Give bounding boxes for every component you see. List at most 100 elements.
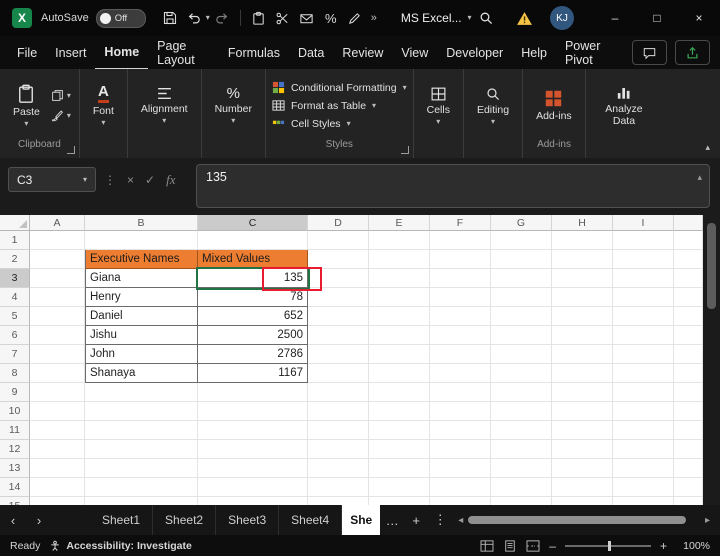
cell-E15[interactable] <box>369 497 430 505</box>
cell-F5[interactable] <box>430 307 491 326</box>
editing-button[interactable]: Editing ▾ <box>470 84 516 128</box>
cell-I2[interactable] <box>613 250 674 269</box>
cell-E6[interactable] <box>369 326 430 345</box>
cell-E10[interactable] <box>369 402 430 421</box>
sheet-tab-sheet2[interactable]: Sheet2 <box>153 505 217 535</box>
cell-G11[interactable] <box>491 421 552 440</box>
cell-B10[interactable] <box>85 402 198 421</box>
row-header-14[interactable]: 14 <box>0 478 30 497</box>
horizontal-scrollbar-thumb[interactable] <box>468 516 687 524</box>
cell-F12[interactable] <box>430 440 491 459</box>
menu-tab-data[interactable]: Data <box>289 36 333 69</box>
cell-F7[interactable] <box>430 345 491 364</box>
cell-A1[interactable] <box>30 231 85 250</box>
col-header-H[interactable]: H <box>552 215 613 231</box>
cell-G6[interactable] <box>491 326 552 345</box>
cell-F3[interactable] <box>430 269 491 288</box>
cell-D12[interactable] <box>308 440 369 459</box>
undo-icon[interactable] <box>182 6 206 30</box>
cell-F13[interactable] <box>430 459 491 478</box>
qat-scissors-icon[interactable] <box>271 6 295 30</box>
cell-G5[interactable] <box>491 307 552 326</box>
cell-F10[interactable] <box>430 402 491 421</box>
cell-G15[interactable] <box>491 497 552 505</box>
cell-B5[interactable]: Daniel <box>85 307 198 326</box>
cell-I8[interactable] <box>613 364 674 383</box>
cell-A3[interactable] <box>30 269 85 288</box>
vertical-scrollbar-thumb[interactable] <box>707 223 716 309</box>
cell-E1[interactable] <box>369 231 430 250</box>
cell-A7[interactable] <box>30 345 85 364</box>
cell-styles-button[interactable]: Cell Styles ▾ <box>272 117 407 130</box>
cell-G9[interactable] <box>491 383 552 402</box>
cell-A10[interactable] <box>30 402 85 421</box>
menu-tab-developer[interactable]: Developer <box>437 36 512 69</box>
menu-tab-formulas[interactable]: Formulas <box>219 36 289 69</box>
col-header-B[interactable]: B <box>85 215 198 231</box>
col-header-E[interactable]: E <box>369 215 430 231</box>
cell-D5[interactable] <box>308 307 369 326</box>
row-header-11[interactable]: 11 <box>0 421 30 440</box>
cell-A9[interactable] <box>30 383 85 402</box>
cells-button[interactable]: Cells ▾ <box>420 84 457 128</box>
col-header-G[interactable]: G <box>491 215 552 231</box>
cell-I3[interactable] <box>613 269 674 288</box>
select-all-corner[interactable] <box>0 215 30 231</box>
col-header-A[interactable]: A <box>30 215 85 231</box>
cell-H3[interactable] <box>552 269 613 288</box>
cell-H14[interactable] <box>552 478 613 497</box>
cell-G8[interactable] <box>491 364 552 383</box>
cell-I12[interactable] <box>613 440 674 459</box>
cell-I6[interactable] <box>613 326 674 345</box>
row-header-13[interactable]: 13 <box>0 459 30 478</box>
zoom-in-icon[interactable]: + <box>660 539 667 553</box>
cell-H15[interactable] <box>552 497 613 505</box>
font-button[interactable]: A Font ▾ <box>86 82 121 129</box>
excel-logo-icon[interactable]: X <box>12 8 32 28</box>
row-header-12[interactable]: 12 <box>0 440 30 459</box>
cell-B2[interactable]: Executive Names <box>85 250 198 269</box>
cell-E11[interactable] <box>369 421 430 440</box>
cell-E12[interactable] <box>369 440 430 459</box>
sheet-tab-sheet1[interactable]: Sheet1 <box>90 505 154 535</box>
cell-A2[interactable] <box>30 250 85 269</box>
cell-G13[interactable] <box>491 459 552 478</box>
row-header-1[interactable]: 1 <box>0 231 30 250</box>
collapse-ribbon-icon[interactable]: ▴ <box>705 142 710 153</box>
scroll-right-icon[interactable]: ▸ <box>705 515 710 526</box>
cell-H5[interactable] <box>552 307 613 326</box>
cell-F8[interactable] <box>430 364 491 383</box>
cell-E4[interactable] <box>369 288 430 307</box>
qat-percent-icon[interactable]: % <box>319 6 343 30</box>
col-header-I[interactable]: I <box>613 215 674 231</box>
cell-B3[interactable]: Giana <box>85 269 198 288</box>
cell-I7[interactable] <box>613 345 674 364</box>
col-header-C[interactable]: C <box>198 215 308 231</box>
cell-C14[interactable] <box>198 478 308 497</box>
cell-H7[interactable] <box>552 345 613 364</box>
cell-D15[interactable] <box>308 497 369 505</box>
share-button[interactable] <box>675 40 710 65</box>
cell-G1[interactable] <box>491 231 552 250</box>
cell-H4[interactable] <box>552 288 613 307</box>
close-button[interactable]: × <box>678 0 720 36</box>
menu-tab-insert[interactable]: Insert <box>46 36 95 69</box>
cell-D8[interactable] <box>308 364 369 383</box>
menu-tab-file[interactable]: File <box>8 36 46 69</box>
row-header-2[interactable]: 2 <box>0 250 30 269</box>
col-header-F[interactable]: F <box>430 215 491 231</box>
cell-H13[interactable] <box>552 459 613 478</box>
addins-button[interactable]: Add-ins <box>529 87 579 124</box>
sheet-nav-right-icon[interactable]: › <box>26 513 52 528</box>
cell-C2[interactable]: Mixed Values <box>198 250 308 269</box>
redo-icon[interactable] <box>210 6 234 30</box>
clipboard-dialog-launcher-icon[interactable] <box>66 146 75 154</box>
cell-B6[interactable]: Jishu <box>85 326 198 345</box>
minimize-button[interactable]: – <box>594 0 636 36</box>
formula-bar-collapse-icon[interactable]: ▴ <box>697 172 702 183</box>
menu-tab-power-pivot[interactable]: Power Pivot <box>556 36 624 69</box>
cell-D14[interactable] <box>308 478 369 497</box>
conditional-formatting-button[interactable]: Conditional Formatting ▾ <box>272 81 407 94</box>
cell-C5[interactable]: 652 <box>198 307 308 326</box>
page-layout-view-icon[interactable] <box>503 539 517 552</box>
